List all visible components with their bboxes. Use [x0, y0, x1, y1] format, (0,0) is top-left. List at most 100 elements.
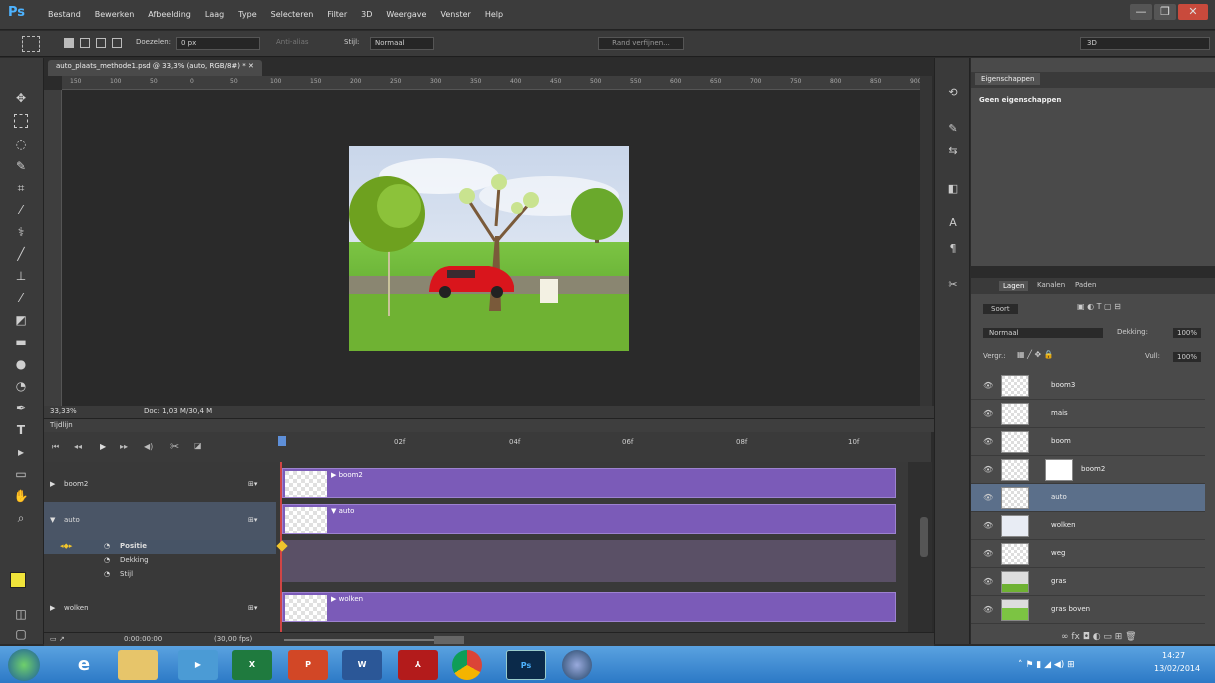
playhead-icon[interactable]	[278, 436, 286, 446]
stopwatch-icon[interactable]: ◔	[104, 570, 110, 578]
excel-icon[interactable]: X	[232, 650, 272, 680]
tab-kanalen[interactable]: Kanalen	[1037, 281, 1065, 289]
scroll-thumb[interactable]	[920, 517, 928, 557]
layer-actions-icons[interactable]: ∞ fx ◘ ◐ ▭ ⊞ 🗑	[1061, 632, 1137, 642]
feather-input[interactable]: 0 px	[176, 37, 260, 50]
hand-tool-icon[interactable]: ✋	[12, 488, 30, 504]
visibility-eye-icon[interactable]: 👁	[983, 521, 993, 530]
menu-bewerken[interactable]: Bewerken	[95, 10, 135, 19]
foreground-color-swatch[interactable]	[10, 572, 26, 588]
ie-icon[interactable]: e	[64, 650, 104, 680]
layer-row[interactable]: 👁 boom3	[971, 372, 1205, 400]
move-tool-icon[interactable]: ✥	[12, 90, 30, 106]
blur-tool-icon[interactable]: ●	[12, 356, 30, 372]
layer-row[interactable]: 👁 gras boven	[971, 596, 1205, 624]
expand-icon[interactable]: ▶	[50, 604, 55, 612]
new-selection-icon[interactable]	[64, 38, 74, 48]
layer-row[interactable]: 👁 wolken	[971, 512, 1205, 540]
collapse-icon[interactable]: ▼	[50, 516, 55, 524]
screen-mode-icon[interactable]: ▢	[12, 626, 30, 642]
menu-help[interactable]: Help	[485, 10, 503, 19]
navigator-icon[interactable]: ◧	[945, 182, 961, 196]
antialias-checkbox[interactable]: Anti-alias	[276, 38, 309, 46]
visibility-eye-icon[interactable]: 👁	[983, 549, 993, 558]
adjustments-icon[interactable]: ⇆	[945, 144, 961, 158]
crop-tool-icon[interactable]: ⌗	[12, 180, 30, 196]
path-select-icon[interactable]: ▸	[12, 444, 30, 460]
fill-input[interactable]: 100%	[1173, 352, 1202, 362]
zoom-slider[interactable]	[284, 639, 434, 641]
marquee-tool-icon[interactable]	[14, 114, 28, 128]
tab-paden[interactable]: Paden	[1075, 281, 1096, 289]
menu-afbeelding[interactable]: Afbeelding	[148, 10, 191, 19]
opacity-input[interactable]: 100%	[1173, 328, 1202, 338]
split-icon[interactable]: ✂	[170, 440, 179, 453]
property-positie[interactable]: ◂◆▸ ◔ Positie	[44, 540, 276, 554]
subtract-selection-icon[interactable]	[96, 38, 106, 48]
type-tool-icon[interactable]: T	[12, 422, 30, 438]
close-button[interactable]: ✕	[1178, 4, 1208, 20]
quick-mask-icon[interactable]: ◫	[12, 606, 30, 622]
next-frame-icon[interactable]: ▸▸	[120, 442, 128, 451]
track-menu-icon[interactable]: ⊞▾	[248, 480, 257, 488]
document-tab[interactable]: auto_plaats_methode1.psd @ 33,3% (auto, …	[48, 60, 262, 76]
expand-icon[interactable]: ▶	[50, 480, 55, 488]
timeline-ruler[interactable]: 02f 04f 06f 08f 10f	[276, 432, 931, 462]
track-menu-icon[interactable]: ⊞▾	[248, 516, 257, 524]
layer-row[interactable]: 👁 mais	[971, 400, 1205, 428]
visibility-eye-icon[interactable]: 👁	[983, 605, 993, 614]
tray-icons[interactable]: ˄ ⚑ ▮ ◢ ◀) ⊞	[1018, 660, 1075, 670]
powerpoint-icon[interactable]: P	[288, 650, 328, 680]
property-dekking[interactable]: ◔ Dekking	[44, 554, 276, 568]
media-icon[interactable]: ▶	[178, 650, 218, 680]
transition-icon[interactable]: ◪	[194, 441, 202, 450]
prev-frame-icon[interactable]: ◂◂	[74, 442, 82, 451]
filter-icons[interactable]: ▣ ◐ T ▢ ⊟	[1077, 302, 1121, 311]
track-auto[interactable]: ▼ auto ⊞▾	[44, 502, 276, 540]
tab-lagen[interactable]: Lagen	[999, 281, 1029, 291]
lock-icons[interactable]: ▦ ╱ ✥ 🔒	[1017, 350, 1054, 359]
go-first-icon[interactable]: ⏮	[52, 442, 59, 452]
canvas-vertical-scrollbar[interactable]	[920, 76, 932, 406]
add-selection-icon[interactable]	[80, 38, 90, 48]
stopwatch-icon[interactable]: ◔	[104, 542, 110, 550]
zoom-level[interactable]: 33,33%	[50, 407, 77, 415]
track-boom2[interactable]: ▶ boom2 ⊞▾	[44, 468, 276, 502]
layer-row[interactable]: 👁 weg	[971, 540, 1205, 568]
menu-laag[interactable]: Laag	[205, 10, 224, 19]
tool-presets-icon[interactable]: ✂	[945, 278, 961, 292]
layer-mask-thumbnail[interactable]	[1045, 459, 1073, 481]
clone-stamp-icon[interactable]: ⊥	[12, 268, 30, 284]
menu-selecteren[interactable]: Selecteren	[271, 10, 314, 19]
visibility-eye-icon[interactable]: 👁	[983, 381, 993, 390]
timeline-scrollbar[interactable]	[908, 462, 932, 632]
intersect-selection-icon[interactable]	[112, 38, 122, 48]
visibility-eye-icon[interactable]: 👁	[983, 409, 993, 418]
timeline-clip-area[interactable]: ▶ boom2 ▼ auto ▶ wolken	[276, 462, 908, 632]
layer-row-selected[interactable]: 👁 auto	[971, 484, 1205, 512]
menu-type[interactable]: Type	[238, 10, 256, 19]
clip-boom2[interactable]: ▶ boom2	[282, 468, 896, 498]
other-app-icon[interactable]	[562, 650, 592, 680]
quick-select-icon[interactable]: ✎	[12, 158, 30, 174]
visibility-eye-icon[interactable]: 👁	[983, 465, 993, 474]
history-brush-icon[interactable]: ⁄	[12, 290, 30, 306]
menu-bestand[interactable]: Bestand	[48, 10, 81, 19]
horizontal-scroll-thumb[interactable]	[434, 636, 464, 644]
eyedropper-icon[interactable]: ⁄	[12, 202, 30, 218]
photoshop-icon[interactable]: Ps	[506, 650, 546, 680]
clip-wolken[interactable]: ▶ wolken	[282, 592, 896, 622]
layer-row[interactable]: 👁 gras	[971, 568, 1205, 596]
start-button[interactable]	[8, 649, 40, 681]
dodge-tool-icon[interactable]: ◔	[12, 378, 30, 394]
chrome-icon[interactable]	[452, 650, 482, 680]
kind-filter-select[interactable]: Soort	[983, 304, 1018, 314]
refine-edge-button[interactable]: Rand verfijnen...	[598, 37, 684, 50]
pen-tool-icon[interactable]: ✒	[12, 400, 30, 416]
character-icon[interactable]: A	[945, 216, 961, 230]
lasso-tool-icon[interactable]: ◌	[12, 136, 30, 152]
explorer-icon[interactable]	[118, 650, 158, 680]
zoom-tool-icon[interactable]: ⌕	[12, 510, 30, 526]
brush-tool-icon[interactable]: ╱	[12, 246, 30, 262]
tab-close-icon[interactable]: ✕	[248, 62, 254, 70]
